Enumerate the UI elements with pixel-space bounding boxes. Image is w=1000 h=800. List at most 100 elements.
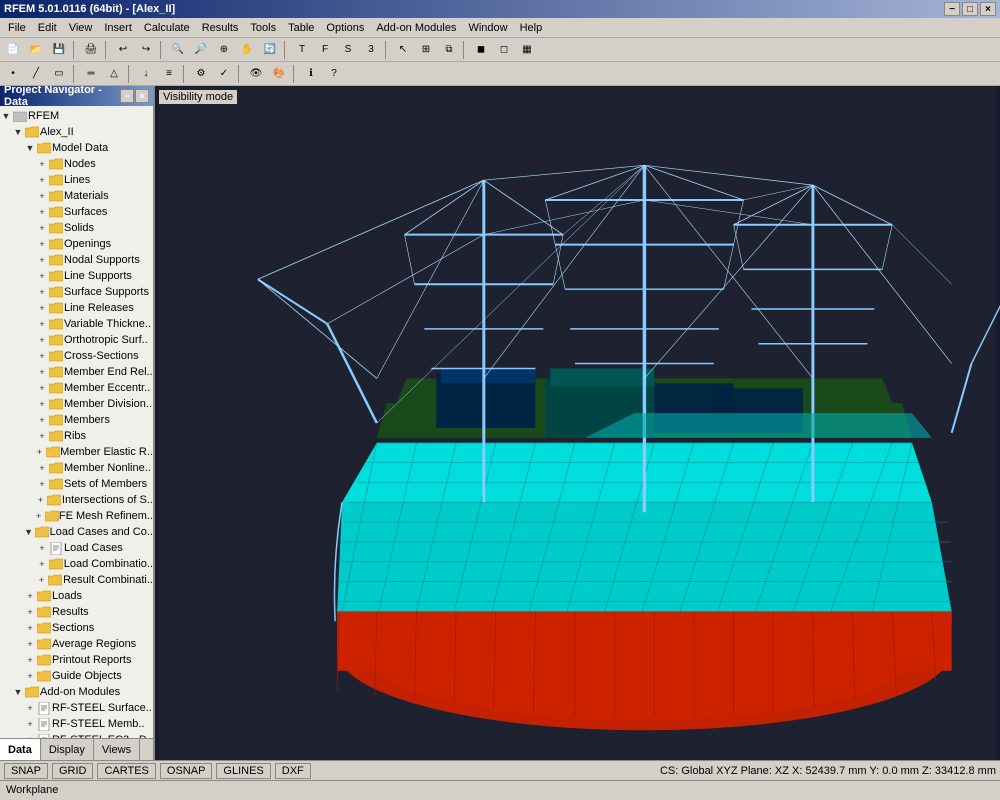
menu-item-view[interactable]: View xyxy=(63,21,99,35)
cartes-button[interactable]: CARTES xyxy=(97,763,155,779)
tab-views[interactable]: Views xyxy=(94,739,140,760)
tree-item[interactable]: +Average Regions xyxy=(0,636,153,652)
tree-toggle[interactable]: + xyxy=(24,639,36,649)
tree-item[interactable]: ▼Model Data xyxy=(0,140,153,156)
tree-item[interactable]: +Variable Thickne.. xyxy=(0,316,153,332)
pan-button[interactable]: ✋ xyxy=(236,40,258,60)
tree-toggle[interactable]: + xyxy=(36,303,48,313)
rotate-button[interactable]: 🔄 xyxy=(259,40,281,60)
menu-item-file[interactable]: File xyxy=(2,21,32,35)
view-3d[interactable]: 3 xyxy=(360,40,382,60)
tree-item[interactable]: +Member Elastic R.. xyxy=(0,444,153,460)
nav-minimize-btn[interactable]: − xyxy=(120,89,134,103)
tree-toggle[interactable]: + xyxy=(24,703,36,713)
tab-data[interactable]: Data xyxy=(0,739,41,760)
tree-toggle[interactable]: + xyxy=(36,191,48,201)
tree-item[interactable]: +Line Releases xyxy=(0,300,153,316)
tree-item[interactable]: +Result Combinati.. xyxy=(0,572,153,588)
tree-item[interactable]: +Materials xyxy=(0,188,153,204)
tree-item[interactable]: +Surfaces xyxy=(0,204,153,220)
viewport[interactable]: Visibility mode xyxy=(155,86,1000,760)
tree-toggle[interactable]: + xyxy=(36,335,48,345)
tree-item[interactable]: +Members xyxy=(0,412,153,428)
tree-toggle[interactable]: + xyxy=(36,287,48,297)
menu-item-help[interactable]: Help xyxy=(514,21,549,35)
save-button[interactable]: 💾 xyxy=(48,40,70,60)
tree-item[interactable]: +Member Eccentr.. xyxy=(0,380,153,396)
nav-title-buttons[interactable]: − × xyxy=(120,89,149,103)
node-btn[interactable]: • xyxy=(2,64,24,84)
tree-item[interactable]: +Line Supports xyxy=(0,268,153,284)
tree-item[interactable]: ▼RFEM xyxy=(0,108,153,124)
calculate-btn[interactable]: ⚙ xyxy=(190,64,212,84)
tree-toggle[interactable]: + xyxy=(36,207,48,217)
tree-toggle[interactable]: + xyxy=(36,399,48,409)
tree-toggle[interactable]: + xyxy=(34,447,45,457)
tree-toggle[interactable]: + xyxy=(36,271,48,281)
tree-toggle[interactable]: + xyxy=(35,495,47,505)
zoom-out-button[interactable]: 🔎 xyxy=(190,40,212,60)
zoom-all-button[interactable]: ⊕ xyxy=(213,40,235,60)
copy-button[interactable]: ⧉ xyxy=(438,40,460,60)
tree-toggle[interactable]: + xyxy=(36,559,48,569)
tree-toggle[interactable]: + xyxy=(36,479,48,489)
support-btn[interactable]: △ xyxy=(103,64,125,84)
tree-toggle[interactable]: ▼ xyxy=(24,143,36,153)
render-button[interactable]: ◼ xyxy=(470,40,492,60)
check-btn[interactable]: ✓ xyxy=(213,64,235,84)
tree-item[interactable]: +Load Combinatio.. xyxy=(0,556,153,572)
tab-display[interactable]: Display xyxy=(41,739,94,760)
dxf-button[interactable]: DXF xyxy=(275,763,311,779)
tree-toggle[interactable]: + xyxy=(36,223,48,233)
glines-button[interactable]: GLINES xyxy=(216,763,270,779)
zoom-in-button[interactable]: 🔍 xyxy=(167,40,189,60)
tree-toggle[interactable]: + xyxy=(36,351,48,361)
tree-toggle[interactable]: + xyxy=(33,511,44,521)
snap-button[interactable]: SNAP xyxy=(4,763,48,779)
tree-item[interactable]: +Ribs xyxy=(0,428,153,444)
menu-item-results[interactable]: Results xyxy=(196,21,245,35)
tree-item[interactable]: +Sections xyxy=(0,620,153,636)
grid-button[interactable]: GRID xyxy=(52,763,94,779)
tree-item[interactable]: +Nodal Supports xyxy=(0,252,153,268)
tree-item[interactable]: +Results xyxy=(0,604,153,620)
color-btn[interactable]: 🎨 xyxy=(268,64,290,84)
maximize-button[interactable]: □ xyxy=(962,2,978,16)
tree-toggle[interactable]: ▼ xyxy=(0,111,12,121)
tree-item[interactable]: +Sets of Members xyxy=(0,476,153,492)
view-top[interactable]: T xyxy=(291,40,313,60)
tree-toggle[interactable]: + xyxy=(36,159,48,169)
tree-item[interactable]: +Loads xyxy=(0,588,153,604)
tree-toggle[interactable]: + xyxy=(36,575,48,585)
line-btn[interactable]: ╱ xyxy=(25,64,47,84)
wire-button[interactable]: ◻ xyxy=(493,40,515,60)
redo-button[interactable]: ↪ xyxy=(135,40,157,60)
tree-item[interactable]: +Intersections of S.. xyxy=(0,492,153,508)
tree-toggle[interactable]: + xyxy=(24,623,36,633)
tree-toggle[interactable]: + xyxy=(24,719,36,729)
info-btn[interactable]: ℹ xyxy=(300,64,322,84)
tree-toggle[interactable]: + xyxy=(24,607,36,617)
menu-item-table[interactable]: Table xyxy=(282,21,320,35)
tree-item[interactable]: +Guide Objects xyxy=(0,668,153,684)
tree-toggle[interactable]: + xyxy=(36,367,48,377)
tree-toggle[interactable]: + xyxy=(36,319,48,329)
tree-toggle[interactable]: + xyxy=(36,383,48,393)
tree-item[interactable]: +FE Mesh Refinem.. xyxy=(0,508,153,524)
menu-item-tools[interactable]: Tools xyxy=(244,21,282,35)
tree-toggle[interactable]: + xyxy=(36,239,48,249)
tree-toggle[interactable]: + xyxy=(36,255,48,265)
menu-item-options[interactable]: Options xyxy=(320,21,370,35)
tree-toggle[interactable]: ▼ xyxy=(12,127,24,137)
close-button[interactable]: × xyxy=(980,2,996,16)
result-btn[interactable]: ≡ xyxy=(158,64,180,84)
view-front[interactable]: F xyxy=(314,40,336,60)
tree-toggle[interactable]: + xyxy=(24,591,36,601)
tree-item[interactable]: +RF-STEEL Surface.. xyxy=(0,700,153,716)
shaded-button[interactable]: ▦ xyxy=(516,40,538,60)
tree-toggle[interactable]: ▼ xyxy=(23,527,34,537)
tree-item[interactable]: +Nodes xyxy=(0,156,153,172)
tree-item[interactable]: +Lines xyxy=(0,172,153,188)
menu-item-insert[interactable]: Insert xyxy=(98,21,138,35)
tree-toggle[interactable]: ▼ xyxy=(12,687,24,697)
